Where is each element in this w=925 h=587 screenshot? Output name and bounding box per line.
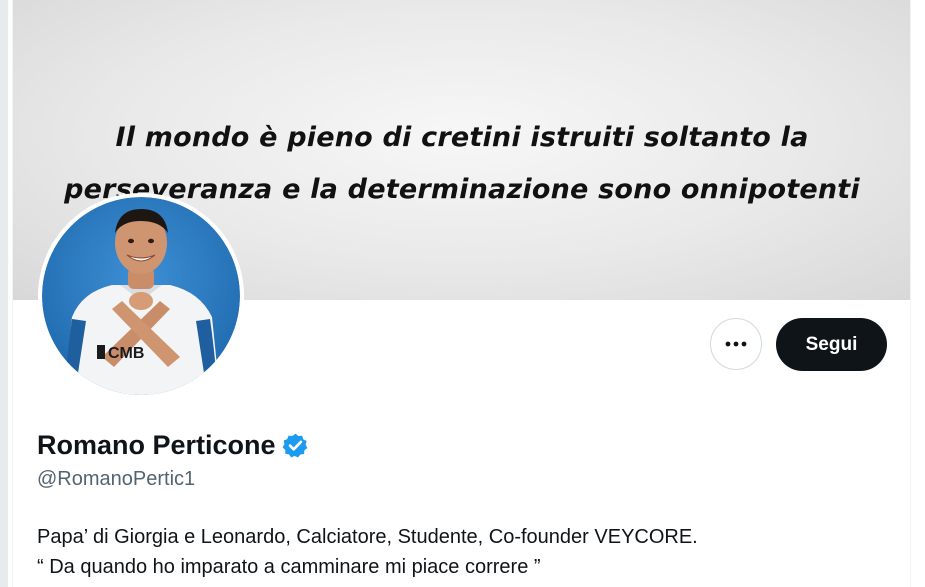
more-options-button[interactable] [710,318,762,370]
bio-line-1: Papa’ di Giorgia e Leonardo, Calciatore,… [37,526,698,548]
display-name: Romano Perticone [37,429,276,460]
profile-page: Il mondo è pieno di cretini istruiti sol… [0,0,925,587]
avatar[interactable]: CMB [38,193,244,399]
profile-column: Il mondo è pieno di cretini istruiti sol… [12,0,911,587]
avatar-photo: CMB [42,197,240,395]
more-horizontal-icon [725,341,747,347]
banner-quote-line-1: Il mondo è pieno di cretini istruiti sol… [115,122,809,153]
profile-handle: @RomanoPertic1 [37,468,196,490]
left-scroll-rail [0,0,8,587]
bio-line-2: “ Da quando ho imparato a camminare mi p… [37,556,541,578]
profile-bio: Papa’ di Giorgia e Leonardo, Calciatore,… [37,522,897,582]
shirt-logo-text: CMB [108,345,144,362]
profile-name-row: Romano Perticone [37,426,309,464]
verified-badge-icon[interactable] [282,432,309,459]
right-scroll-rail [910,0,925,587]
follow-button[interactable]: Segui [776,318,887,371]
